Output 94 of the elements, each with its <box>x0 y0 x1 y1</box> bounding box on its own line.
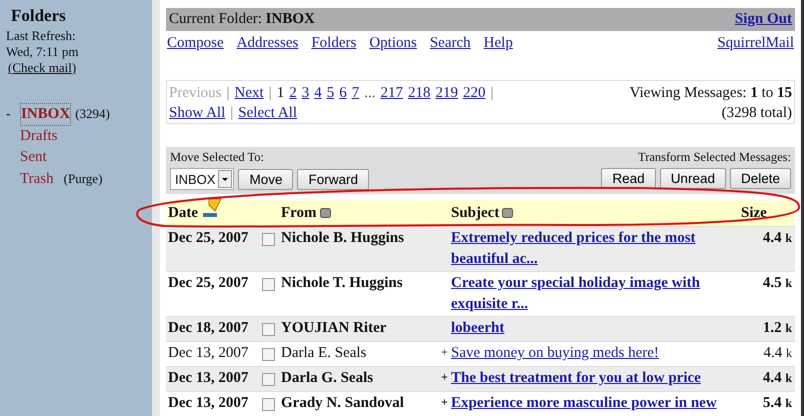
move-label: Move Selected To: <box>170 150 266 165</box>
collapse-toggle[interactable]: - <box>6 104 20 125</box>
toolbar-button[interactable]: Read <box>601 168 656 189</box>
page-gap: ... <box>364 84 376 103</box>
column-header[interactable]: Subject <box>451 204 500 222</box>
page-link[interactable]: 6 <box>339 83 347 103</box>
unread-count: (3294) <box>75 105 110 123</box>
squirrelmail-link[interactable]: SquirrelMail <box>717 35 794 52</box>
page-link[interactable]: 4 <box>314 83 322 103</box>
sign-out-link[interactable]: Sign Out <box>734 11 792 28</box>
separator: | <box>490 84 494 103</box>
sender-cell-text: Nichole B. Huggins <box>281 229 405 248</box>
page-link[interactable]: 7 <box>352 83 360 103</box>
viewing-messages-text: Viewing Messages: 1 to 15 <box>630 84 792 103</box>
sender-cell-text: YOUJIAN Riter <box>281 319 388 338</box>
toolbar-button[interactable]: Unread <box>660 168 726 189</box>
page-link[interactable]: 218 <box>408 83 430 103</box>
flag-mark: + <box>441 395 448 409</box>
folder-link[interactable]: Drafts <box>20 126 58 147</box>
size-cell-text: 1.2 k <box>762 319 793 338</box>
date-cell-text: Dec 13, 2007 <box>167 344 250 363</box>
sort-icon[interactable] <box>320 208 331 218</box>
page-link[interactable]: 2 <box>289 83 297 103</box>
folder-link[interactable]: INBOX <box>20 103 72 126</box>
size-cell-text: 4.4 k <box>762 369 793 388</box>
page-link[interactable]: 5 <box>326 83 334 103</box>
refresh-label: Last Refresh: <box>6 28 77 44</box>
sender-cell-text: Nichole T. Huggins <box>281 274 404 293</box>
message-row[interactable]: Dec 13, 2007 Darla G. Seals + The best treatment for you at low price 4.4 k <box>166 366 795 391</box>
row-checkbox[interactable] <box>262 278 275 290</box>
folder-dropdown[interactable]: INBOX <box>170 168 234 190</box>
size-cell-text: 4.4 k <box>762 344 793 363</box>
sidebar-title: Folders <box>10 6 67 26</box>
page-link[interactable]: 3 <box>302 83 310 103</box>
subject-link[interactable]: Extremely reduced prices for the most beautiful ac... <box>451 228 741 270</box>
row-checkbox[interactable] <box>262 322 275 336</box>
page-link[interactable]: 1 <box>276 83 284 103</box>
message-row[interactable]: Dec 13, 2007 Grady N. Sandoval + Experience more masculine power in new 5.4 k <box>166 391 795 416</box>
toolbar-button[interactable]: Delete <box>730 168 791 189</box>
check-mail-link[interactable]: (Check mail) <box>8 60 76 76</box>
subject-link[interactable]: Experience more masculine power in new <box>451 393 741 414</box>
show-all-link[interactable]: Show All <box>169 103 226 123</box>
folder-link[interactable]: Trash <box>20 169 54 190</box>
subject-link[interactable]: The best treatment for you at low price <box>451 368 741 389</box>
page-link[interactable]: 219 <box>435 83 458 103</box>
toolbar-button[interactable]: Forward <box>297 168 369 190</box>
nav-link[interactable]: Options <box>369 35 417 52</box>
row-checkbox[interactable] <box>262 398 275 410</box>
next-link[interactable]: Next <box>234 83 264 103</box>
date-cell-text: Dec 13, 2007 <box>167 369 250 388</box>
folder-link[interactable]: Sent <box>20 147 47 168</box>
sender-cell-text: Darla G. Seals <box>281 369 374 388</box>
date-cell-text: Dec 25, 2007 <box>167 274 250 293</box>
nav-link[interactable]: Folders <box>311 35 356 52</box>
date-cell-text: Dec 13, 2007 <box>167 394 250 413</box>
page-link[interactable]: 220 <box>462 83 486 103</box>
separator: | <box>268 84 272 103</box>
message-row[interactable]: Dec 18, 2007 YOUJIAN Riter lobeerht 1.2 k <box>166 316 795 341</box>
purge-link[interactable]: (Purge) <box>64 168 102 189</box>
column-header[interactable]: Size <box>741 204 795 222</box>
date-cell-text: Dec 25, 2007 <box>167 229 250 248</box>
row-checkbox[interactable] <box>262 232 275 246</box>
nav-link[interactable]: Compose <box>167 35 224 52</box>
size-cell-text: 4.5 k <box>762 274 793 293</box>
transform-label: Transform Selected Messages: <box>638 150 791 165</box>
row-checkbox[interactable] <box>262 348 275 360</box>
separator: | <box>226 84 230 103</box>
nav-link[interactable]: Help <box>484 35 513 52</box>
sender-cell-text: Darla E. Seals <box>281 344 368 363</box>
sender-cell-text: Grady N. Sandoval <box>281 394 405 413</box>
refresh-time: Wed, 7:11 pm <box>6 44 80 60</box>
flag-mark: + <box>441 345 448 359</box>
row-checkbox[interactable] <box>262 372 275 386</box>
size-cell-text: 4.4 k <box>762 229 793 248</box>
toolbar-button[interactable]: Move <box>238 168 294 190</box>
separator: | <box>230 104 234 123</box>
column-header[interactable]: From <box>281 204 317 222</box>
page-link[interactable]: 217 <box>380 83 403 103</box>
sort-icon[interactable] <box>502 208 514 218</box>
current-folder-label: Current Folder: INBOX <box>169 11 315 28</box>
total-count: (3298 total) <box>722 104 792 123</box>
flag-mark: + <box>441 370 448 384</box>
caret-icon <box>218 170 232 188</box>
column-header[interactable]: Date <box>168 204 198 222</box>
subject-link[interactable]: Create your special holiday image with exquisite r... <box>451 273 741 315</box>
select-all-link[interactable]: Select All <box>238 103 298 123</box>
nav-link[interactable]: Addresses <box>236 35 298 52</box>
date-cell-text: Dec 18, 2007 <box>167 319 250 338</box>
nav-link[interactable]: Search <box>430 35 471 52</box>
size-cell-text: 5.4 k <box>762 394 793 413</box>
subject-link[interactable]: lobeerht <box>451 318 741 339</box>
message-row[interactable]: Dec 25, 2007 Nichole B. Huggins Extremely reduced prices for the most beautiful ac... 4.4 k <box>166 226 795 271</box>
subject-link[interactable]: Save money on buying meds here! <box>451 343 741 364</box>
sort-icon[interactable] <box>201 197 223 219</box>
